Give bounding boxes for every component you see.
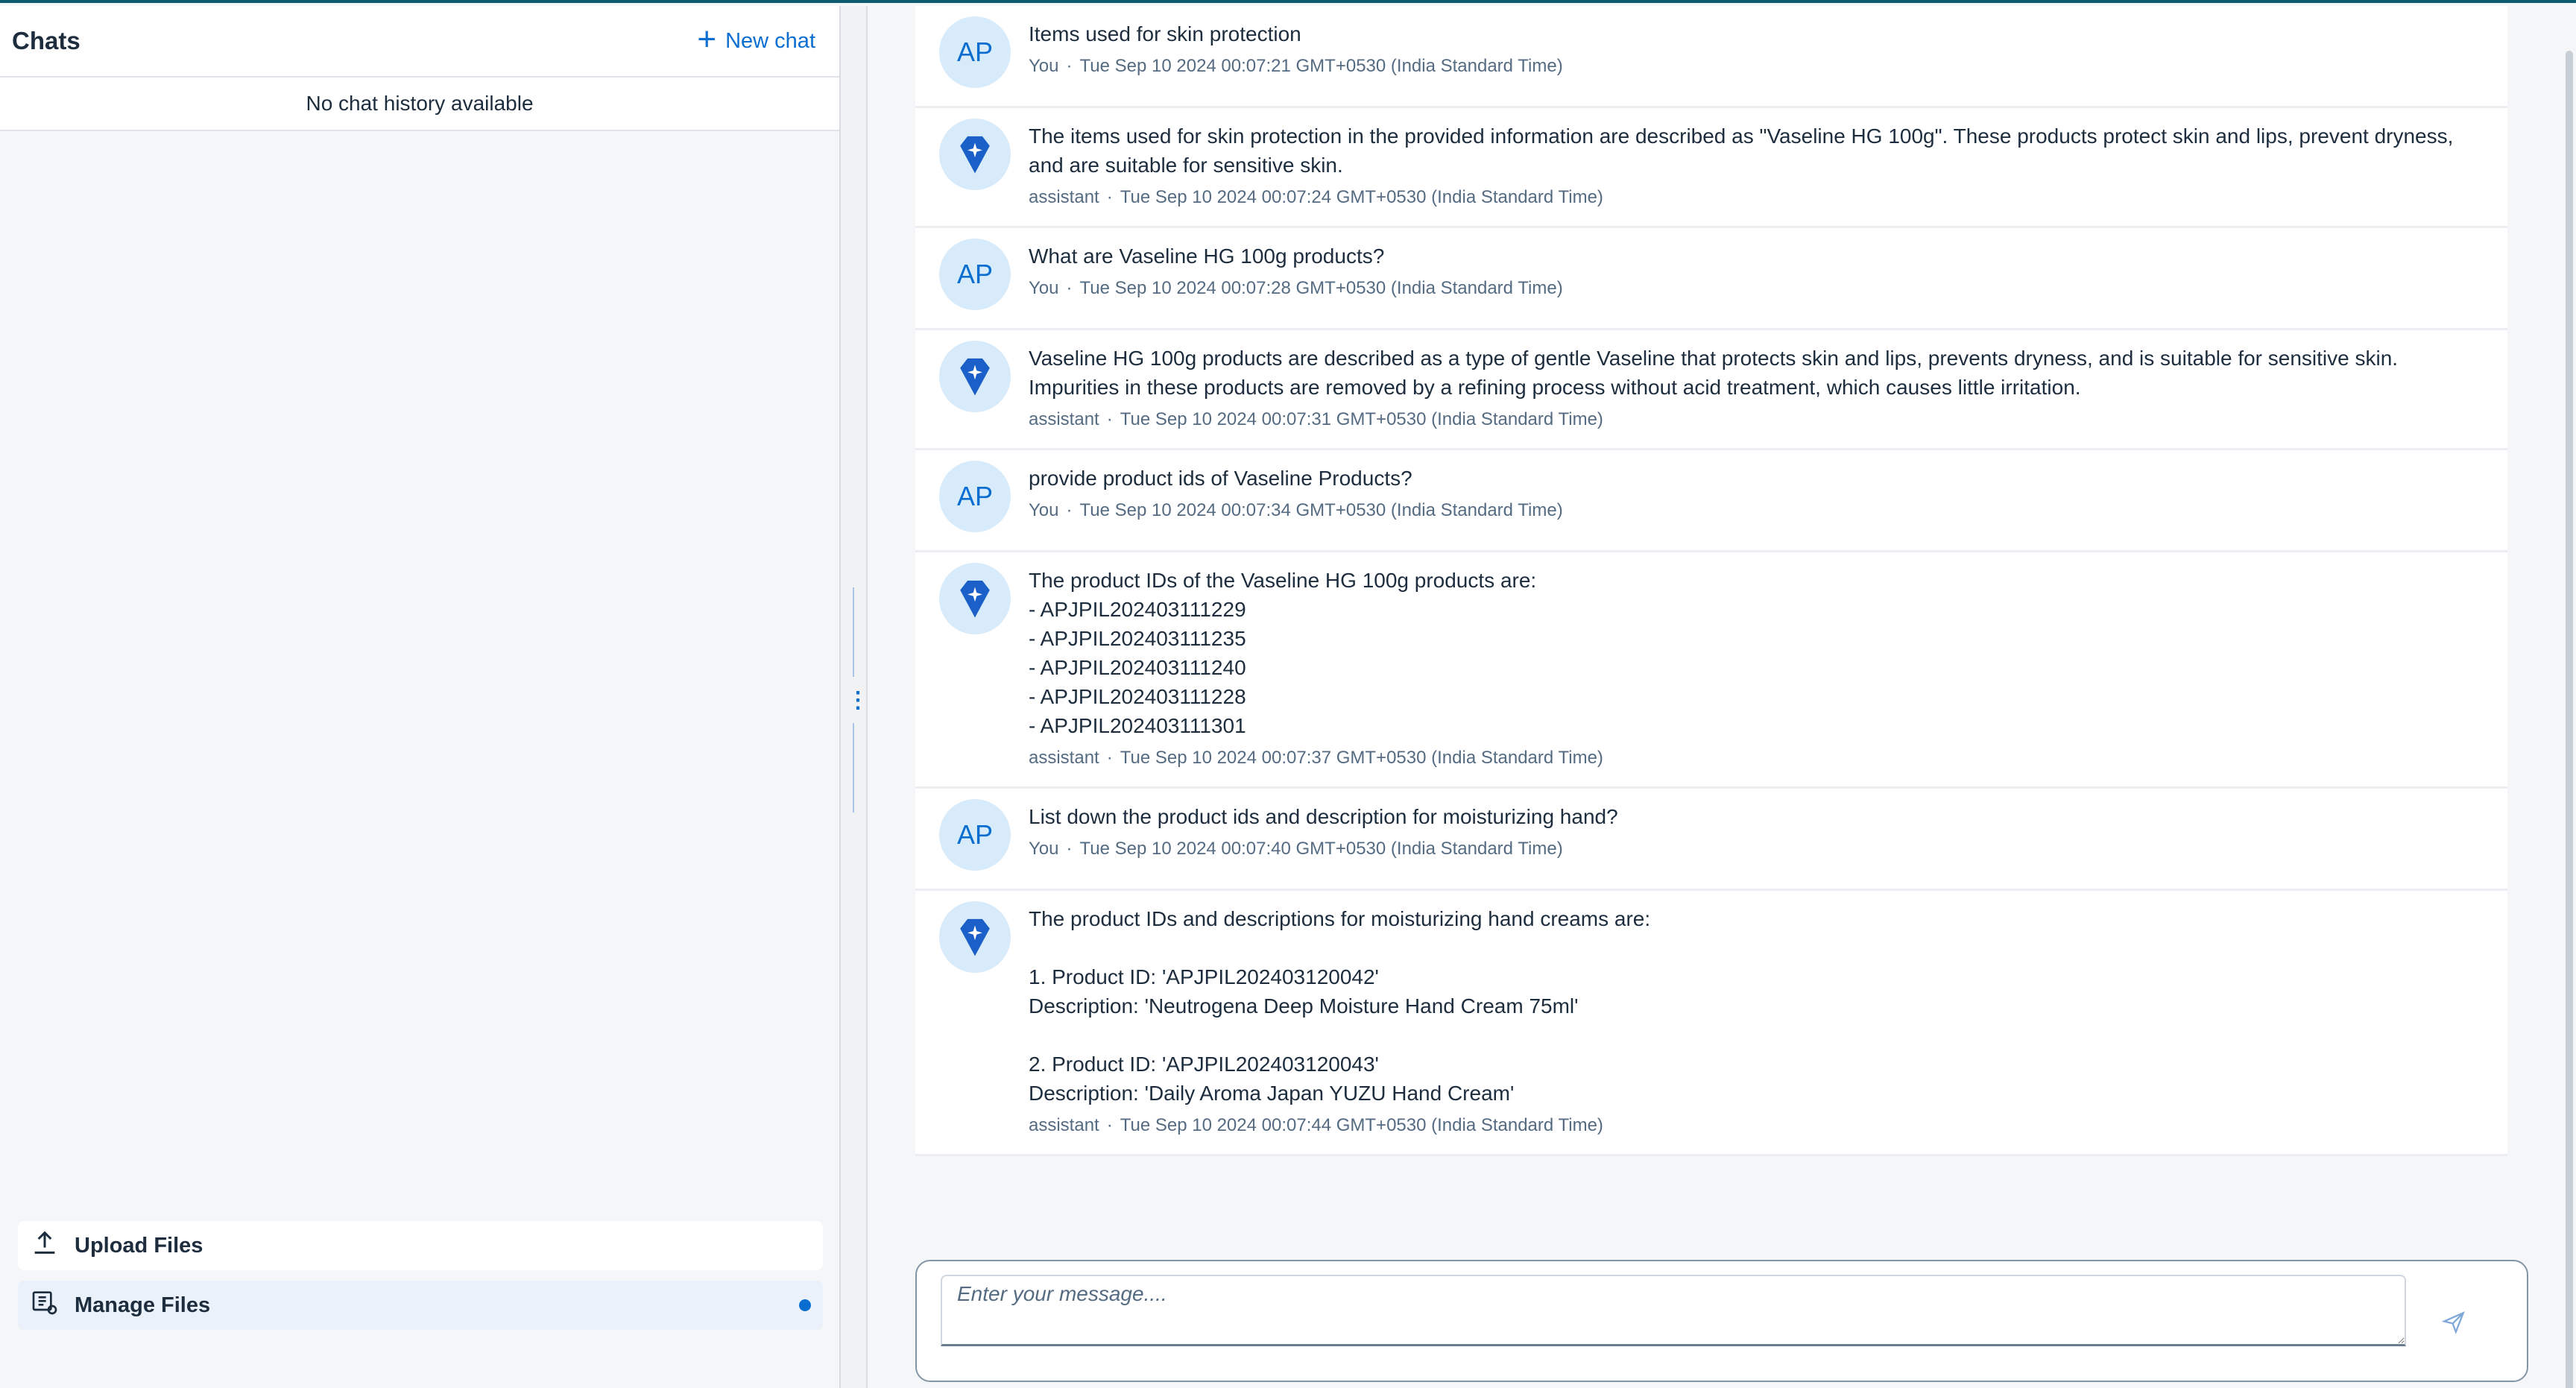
message-text: What are Vaseline HG 100g products? bbox=[1029, 245, 1385, 268]
message-assistant: The product IDs and descriptions for moi… bbox=[915, 891, 2507, 1156]
splitter-line-bottom bbox=[853, 723, 854, 813]
message-time: Tue Sep 10 2024 00:07:24 GMT+0530 (India… bbox=[1120, 187, 1603, 207]
message-time: Tue Sep 10 2024 00:07:31 GMT+0530 (India… bbox=[1120, 409, 1603, 429]
drag-handle-icon[interactable]: ⋮⋮ bbox=[847, 686, 888, 716]
message-body: The product IDs and descriptions for moi… bbox=[1029, 898, 2484, 1136]
notification-dot bbox=[799, 1299, 811, 1311]
message-list: AP Items used for skin protection You · Tu… bbox=[915, 6, 2576, 1156]
message-assistant: The items used for skin protection in th… bbox=[915, 108, 2507, 228]
message-meta: assistant · Tue Sep 10 2024 00:07:44 GMT+0… bbox=[1029, 1115, 1603, 1135]
app-window: Chats + New chat No chat history availab… bbox=[0, 0, 2576, 1388]
assistant-avatar bbox=[939, 341, 1011, 412]
user-avatar: AP bbox=[939, 461, 1011, 532]
message-text: The items used for skin protection in th… bbox=[1029, 124, 2454, 177]
message-meta: assistant · Tue Sep 10 2024 00:07:37 GMT+0… bbox=[1029, 748, 1603, 768]
upload-files-button[interactable]: Upload Files bbox=[18, 1221, 823, 1270]
message-body: List down the product ids and descriptio… bbox=[1029, 796, 2484, 871]
message-user: AP What are Vaseline HG 100g products? Y… bbox=[915, 228, 2507, 330]
message-body: Items used for skin protection You · Tue S… bbox=[1029, 13, 2484, 88]
upload-icon bbox=[30, 1228, 60, 1264]
user-avatar: AP bbox=[939, 16, 1011, 88]
message-body: The product IDs of the Vaseline HG 100g … bbox=[1029, 560, 2484, 769]
message-sender: assistant bbox=[1029, 187, 1099, 207]
new-chat-label: New chat bbox=[725, 28, 815, 53]
message-text: Items used for skin protection bbox=[1029, 22, 1301, 45]
message-meta: assistant · Tue Sep 10 2024 00:07:24 GMT+0… bbox=[1029, 187, 1603, 207]
user-avatar: AP bbox=[939, 799, 1011, 871]
user-avatar: AP bbox=[939, 239, 1011, 310]
send-icon bbox=[2441, 1311, 2465, 1334]
empty-chat-history: No chat history available bbox=[0, 78, 839, 131]
message-meta: You · Tue Sep 10 2024 00:07:28 GMT+0530 (I… bbox=[1029, 278, 1563, 298]
message-time: Tue Sep 10 2024 00:07:21 GMT+0530 (India… bbox=[1079, 56, 1563, 76]
message-body: What are Vaseline HG 100g products? You ·… bbox=[1029, 236, 2484, 310]
upload-files-label: Upload Files bbox=[75, 1233, 203, 1258]
send-button[interactable] bbox=[2437, 1306, 2470, 1339]
message-meta: You · Tue Sep 10 2024 00:07:21 GMT+0530 (I… bbox=[1029, 56, 1563, 76]
message-user: AP List down the product ids and descrip… bbox=[915, 789, 2507, 891]
diamond-sparkle-icon bbox=[960, 136, 990, 174]
message-text: List down the product ids and descriptio… bbox=[1029, 805, 1618, 828]
message-time: Tue Sep 10 2024 00:07:28 GMT+0530 (India… bbox=[1079, 278, 1563, 298]
message-sender: You bbox=[1029, 500, 1059, 520]
message-meta: You · Tue Sep 10 2024 00:07:34 GMT+0530 (I… bbox=[1029, 500, 1563, 520]
message-sender: assistant bbox=[1029, 409, 1099, 429]
message-meta: assistant · Tue Sep 10 2024 00:07:31 GMT+0… bbox=[1029, 409, 1603, 429]
message-text: Vaseline HG 100g products are described … bbox=[1029, 347, 2399, 399]
assistant-avatar bbox=[939, 563, 1011, 634]
file-actions: Upload Files Manage Files bbox=[18, 1221, 823, 1340]
message-composer bbox=[915, 1260, 2528, 1382]
message-assistant: The product IDs of the Vaseline HG 100g … bbox=[915, 552, 2507, 789]
message-time: Tue Sep 10 2024 00:07:44 GMT+0530 (India… bbox=[1120, 1115, 1603, 1135]
scrollbar[interactable] bbox=[2564, 36, 2576, 1388]
message-text: provide product ids of Vaseline Products… bbox=[1029, 467, 1412, 490]
message-text: The product IDs of the Vaseline HG 100g … bbox=[1029, 569, 1537, 737]
plus-icon: + bbox=[697, 21, 717, 57]
diamond-sparkle-icon bbox=[960, 918, 990, 956]
scrollbar-thumb[interactable] bbox=[2566, 51, 2573, 1388]
message-sender: assistant bbox=[1029, 748, 1099, 768]
assistant-avatar bbox=[939, 901, 1011, 973]
message-sender: assistant bbox=[1029, 1115, 1099, 1135]
message-time: Tue Sep 10 2024 00:07:40 GMT+0530 (India… bbox=[1079, 839, 1563, 859]
message-sender: You bbox=[1029, 278, 1059, 298]
message-body: Vaseline HG 100g products are described … bbox=[1029, 338, 2484, 430]
message-input[interactable] bbox=[941, 1275, 2406, 1346]
message-body: The items used for skin protection in th… bbox=[1029, 116, 2484, 208]
message-sender: You bbox=[1029, 56, 1059, 76]
sidebar-header: Chats + New chat bbox=[0, 6, 839, 78]
sidebar-title: Chats bbox=[12, 27, 80, 54]
message-assistant: Vaseline HG 100g products are described … bbox=[915, 330, 2507, 450]
chat-main: AP Items used for skin protection You · Tu… bbox=[868, 6, 2576, 1388]
new-chat-button[interactable]: + New chat bbox=[697, 21, 815, 57]
diamond-sparkle-icon bbox=[960, 358, 990, 396]
splitter-line-top bbox=[853, 587, 854, 677]
message-body: provide product ids of Vaseline Products… bbox=[1029, 458, 2484, 532]
message-text: The product IDs and descriptions for moi… bbox=[1029, 907, 1651, 1105]
diamond-sparkle-icon bbox=[960, 580, 990, 618]
message-user: AP provide product ids of Vaseline Produ… bbox=[915, 450, 2507, 552]
message-meta: You · Tue Sep 10 2024 00:07:40 GMT+0530 (I… bbox=[1029, 839, 1563, 859]
manage-files-button[interactable]: Manage Files bbox=[18, 1281, 823, 1330]
message-time: Tue Sep 10 2024 00:07:37 GMT+0530 (India… bbox=[1120, 748, 1603, 768]
message-time: Tue Sep 10 2024 00:07:34 GMT+0530 (India… bbox=[1079, 500, 1563, 520]
message-sender: You bbox=[1029, 839, 1059, 859]
manage-files-icon bbox=[30, 1287, 60, 1323]
assistant-avatar bbox=[939, 119, 1011, 190]
manage-files-label: Manage Files bbox=[75, 1293, 211, 1317]
chat-sidebar: Chats + New chat No chat history availab… bbox=[0, 6, 841, 1388]
message-user: AP Items used for skin protection You · Tu… bbox=[915, 6, 2507, 108]
pane-splitter[interactable]: ⋮⋮ bbox=[841, 6, 888, 1388]
